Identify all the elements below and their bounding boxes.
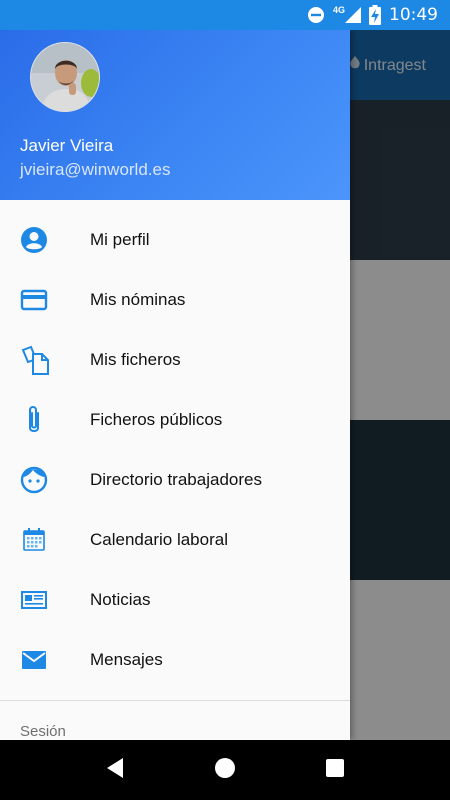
menu-item-directorio-trabajadores[interactable]: Directorio trabajadores <box>0 450 350 510</box>
drawer-header: Javier Vieira jvieira@winworld.es <box>0 30 350 200</box>
back-button[interactable] <box>95 750 135 790</box>
system-navigation-bar <box>0 740 450 800</box>
menu-item-label: Calendario laboral <box>90 530 228 549</box>
calendar-icon <box>0 526 90 554</box>
user-name: Javier Vieira <box>20 136 114 155</box>
credit-card-icon <box>0 288 90 312</box>
avatar[interactable] <box>30 42 100 112</box>
menu-item-mi-perfil[interactable]: Mi perfil <box>0 210 350 270</box>
menu-item-label: Directorio trabajadores <box>90 470 262 489</box>
recents-square-icon <box>325 758 345 783</box>
home-button[interactable] <box>205 750 245 790</box>
menu-item-label: Noticias <box>90 590 151 609</box>
menu-item-label: Mis nóminas <box>90 290 186 309</box>
section-label-session: Sesión <box>20 723 66 740</box>
recents-button[interactable] <box>315 750 355 790</box>
files-icon <box>0 344 90 376</box>
clock: 10:49 <box>389 5 438 25</box>
network-type: 4G <box>332 5 345 15</box>
do-not-disturb-icon <box>307 6 325 24</box>
drawer-menu: Mi perfil Mis nóminas Mis ficheros Fiche… <box>0 200 350 690</box>
menu-item-mensajes[interactable]: Mensajes <box>0 630 350 690</box>
menu-item-label: Mis ficheros <box>90 350 181 369</box>
navigation-drawer: Javier Vieira jvieira@winworld.es Mi per… <box>0 30 350 740</box>
account-circle-icon <box>0 226 90 254</box>
newspaper-icon <box>0 588 90 612</box>
menu-item-calendario-laboral[interactable]: Calendario laboral <box>0 510 350 570</box>
status-bar: 4G 10:49 <box>0 0 450 30</box>
user-email: jvieira@winworld.es <box>20 160 171 179</box>
menu-item-label: Mi perfil <box>90 230 150 249</box>
home-circle-icon <box>214 757 236 784</box>
menu-item-mis-ficheros[interactable]: Mis ficheros <box>0 330 350 390</box>
menu-item-label: Ficheros públicos <box>90 410 223 429</box>
menu-item-label: Mensajes <box>90 650 163 669</box>
menu-item-mis-nominas[interactable]: Mis nóminas <box>0 270 350 330</box>
mail-icon <box>0 648 90 672</box>
menu-item-ficheros-publicos[interactable]: Ficheros públicos <box>0 390 350 450</box>
signal-icon: 4G <box>332 5 361 23</box>
back-triangle-icon <box>105 757 125 784</box>
battery-charging-icon <box>369 5 381 25</box>
face-icon <box>0 466 90 494</box>
paperclip-icon <box>0 404 90 436</box>
menu-item-noticias[interactable]: Noticias <box>0 570 350 630</box>
